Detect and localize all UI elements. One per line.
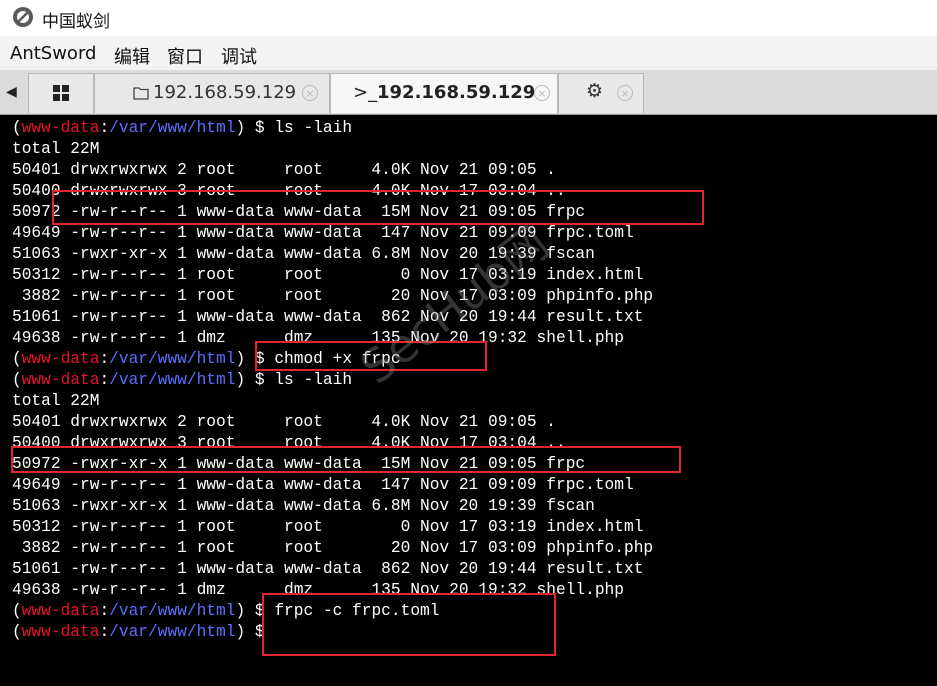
prompt-path: /var/www/html xyxy=(109,623,236,641)
terminal-output-line: 3882 -rw-r--r-- 1 root root 20 Nov 17 03… xyxy=(12,287,654,305)
prompt-symbol: : xyxy=(99,623,110,641)
antsword-logo-icon xyxy=(13,7,33,27)
folder-icon xyxy=(133,87,149,100)
menu-item-edit[interactable]: 编辑 xyxy=(114,43,150,69)
tab-terminal[interactable]: >_ 192.168.59.129 × xyxy=(330,73,558,113)
terminal-prompt-line: (www-data:/var/www/html) $ xyxy=(12,622,274,643)
prompt-symbol: : xyxy=(99,371,110,389)
highlight-box-frpc-after xyxy=(11,446,681,473)
tab-file-manager[interactable]: 192.168.59.129 × xyxy=(94,73,330,113)
terminal-command: ls -laih xyxy=(274,119,353,137)
prompt-user: www-data xyxy=(21,371,100,389)
prompt-path: /var/www/html xyxy=(109,371,236,389)
prompt-symbol: ( xyxy=(12,602,22,620)
prompt-symbol: ) xyxy=(235,602,246,620)
terminal-prompt-line: (www-data:/var/www/html) $ ls -laih xyxy=(12,118,352,139)
terminal-output-line: 51061 -rw-r--r-- 1 www-data www-data 862… xyxy=(12,560,644,578)
prompt-symbol: ) xyxy=(235,623,246,641)
prompt-symbol: : xyxy=(99,119,110,137)
prompt-symbol: ) xyxy=(235,119,246,137)
tab-scroll-left-icon[interactable]: ◀ xyxy=(6,84,17,100)
terminal-output-line: 50401 drwxrwxrwx 2 root root 4.0K Nov 21… xyxy=(12,161,556,179)
tab-terminal-label: 192.168.59.129 xyxy=(377,82,536,103)
prompt-path: /var/www/html xyxy=(109,350,236,368)
close-icon[interactable]: × xyxy=(534,85,550,101)
tab-bar: ◀ 192.168.59.129 × >_ 192.168.59.129 × ⚙… xyxy=(0,70,937,115)
menu-bar: AntSword 编辑 窗口 调试 xyxy=(0,36,937,71)
prompt-symbol: $ xyxy=(245,371,275,389)
terminal-output-line: total 22M xyxy=(12,392,100,410)
prompt-symbol: ( xyxy=(12,119,22,137)
tab-settings[interactable]: ⚙ × xyxy=(558,73,644,113)
menu-item-window[interactable]: 窗口 xyxy=(167,43,203,69)
terminal-output-line: 51061 -rw-r--r-- 1 www-data www-data 862… xyxy=(12,308,644,326)
tab-file-manager-label: 192.168.59.129 xyxy=(153,82,297,103)
prompt-symbol: $ xyxy=(245,119,275,137)
prompt-user: www-data xyxy=(21,119,100,137)
terminal-prompt-line: (www-data:/var/www/html) $ ls -laih xyxy=(12,370,352,391)
title-bar: 中国蚁剑 xyxy=(0,0,937,36)
terminal-output-line: total 22M xyxy=(12,140,100,158)
prompt-symbol: ) xyxy=(235,371,246,389)
prompt-path: /var/www/html xyxy=(109,119,236,137)
terminal-output-line: 3882 -rw-r--r-- 1 root root 20 Nov 17 03… xyxy=(12,539,654,557)
terminal-output-line: 51063 -rwxr-xr-x 1 www-data www-data 6.8… xyxy=(12,497,595,515)
prompt-user: www-data xyxy=(21,602,100,620)
prompt-user: www-data xyxy=(21,350,100,368)
terminal-command: ls -laih xyxy=(274,371,353,389)
prompt-user: www-data xyxy=(21,623,100,641)
close-icon[interactable]: × xyxy=(302,85,318,101)
menu-item-debug[interactable]: 调试 xyxy=(221,43,257,69)
terminal-icon: >_ xyxy=(353,82,378,103)
prompt-symbol: ( xyxy=(12,623,22,641)
prompt-symbol: ) xyxy=(235,350,246,368)
close-icon[interactable]: × xyxy=(617,85,633,101)
terminal-output-line: 50401 drwxrwxrwx 2 root root 4.0K Nov 21… xyxy=(12,413,556,431)
grid-icon xyxy=(53,85,69,101)
gear-icon: ⚙ xyxy=(586,80,604,102)
window-title: 中国蚁剑 xyxy=(42,12,110,32)
prompt-symbol: : xyxy=(99,350,110,368)
highlight-box-frpc-before xyxy=(52,190,704,225)
terminal-output-line: 50312 -rw-r--r-- 1 root root 0 Nov 17 03… xyxy=(12,518,644,536)
prompt-symbol: ( xyxy=(12,350,22,368)
prompt-path: /var/www/html xyxy=(109,602,236,620)
tab-home[interactable] xyxy=(28,73,94,113)
terminal-output-line: 49649 -rw-r--r-- 1 www-data www-data 147… xyxy=(12,476,634,494)
highlight-box-run-frpc xyxy=(262,593,556,656)
prompt-symbol: : xyxy=(99,602,110,620)
prompt-symbol: ( xyxy=(12,371,22,389)
menu-item-antsword[interactable]: AntSword xyxy=(10,43,96,64)
